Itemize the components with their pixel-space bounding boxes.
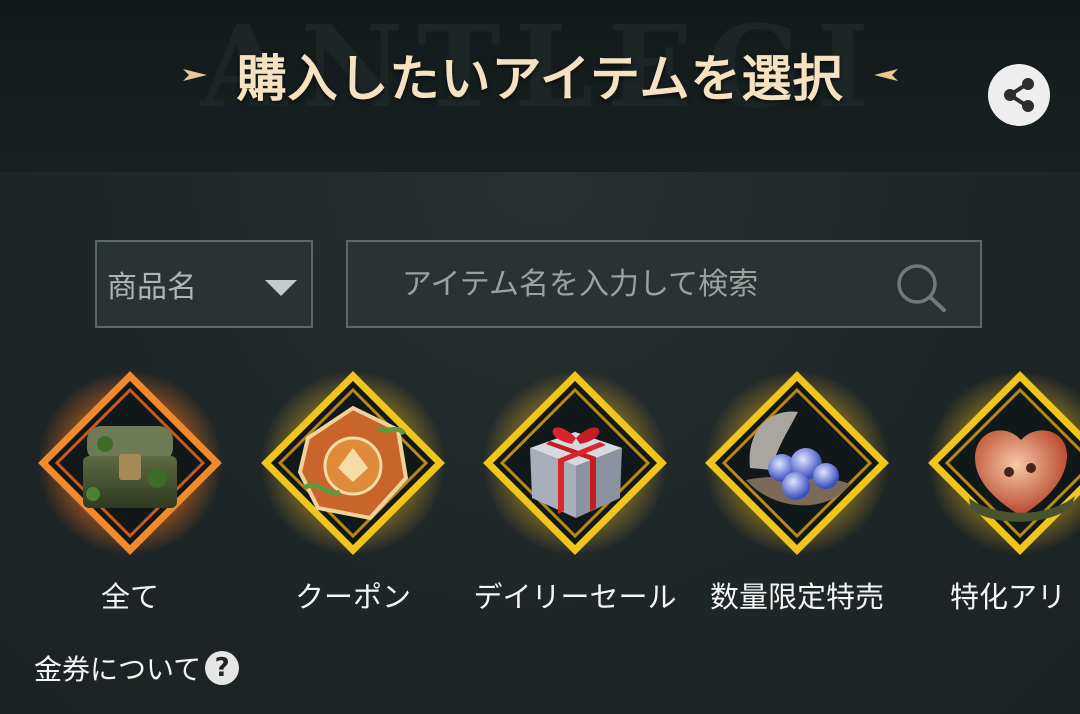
title-group: 購入したいアイテムを選択 — [150, 40, 930, 110]
page-header: ANTLEGION 購入したいアイテムを選択 — [0, 0, 1080, 172]
question-icon[interactable]: ? — [205, 651, 240, 685]
select-label: 商品名 — [107, 270, 197, 305]
coupon-emblem-icon — [261, 371, 445, 555]
category-label: 特化アリ — [950, 580, 1067, 614]
category-list: 全て クーポン デイリーセール 数量限定特売 特化アリ — [0, 368, 1080, 658]
arrow-right-icon — [182, 69, 207, 81]
treasure-chest-icon — [38, 371, 222, 555]
category-label: クーポン — [294, 580, 411, 614]
coupon-info-link[interactable]: 金券について ? — [34, 648, 240, 688]
search-box — [346, 240, 982, 328]
coupon-info-text: 金券について — [34, 653, 202, 686]
category-label: 全て — [100, 580, 159, 614]
arrow-left-icon — [873, 69, 898, 81]
page-title: 購入したいアイテムを選択 — [236, 50, 844, 108]
category-coupon[interactable]: クーポン — [253, 368, 453, 658]
share-icon — [1004, 78, 1034, 112]
category-special-ants[interactable]: 特化アリ — [920, 368, 1080, 658]
gift-box-icon — [483, 371, 667, 555]
search-type-select[interactable]: 商品名 — [95, 240, 313, 328]
chevron-down-icon — [265, 280, 297, 296]
category-all[interactable]: 全て — [30, 368, 230, 658]
share-button[interactable] — [988, 64, 1050, 126]
category-limited-sale[interactable]: 数量限定特売 — [697, 368, 897, 658]
category-daily-sale[interactable]: デイリーセール — [473, 368, 677, 658]
gem-shell-icon — [705, 371, 889, 555]
amber-crystal-icon — [928, 371, 1080, 555]
search-icon[interactable] — [894, 262, 948, 312]
search-input[interactable] — [350, 244, 870, 324]
category-label: 数量限定特売 — [709, 580, 884, 614]
category-label: デイリーセール — [473, 580, 677, 614]
